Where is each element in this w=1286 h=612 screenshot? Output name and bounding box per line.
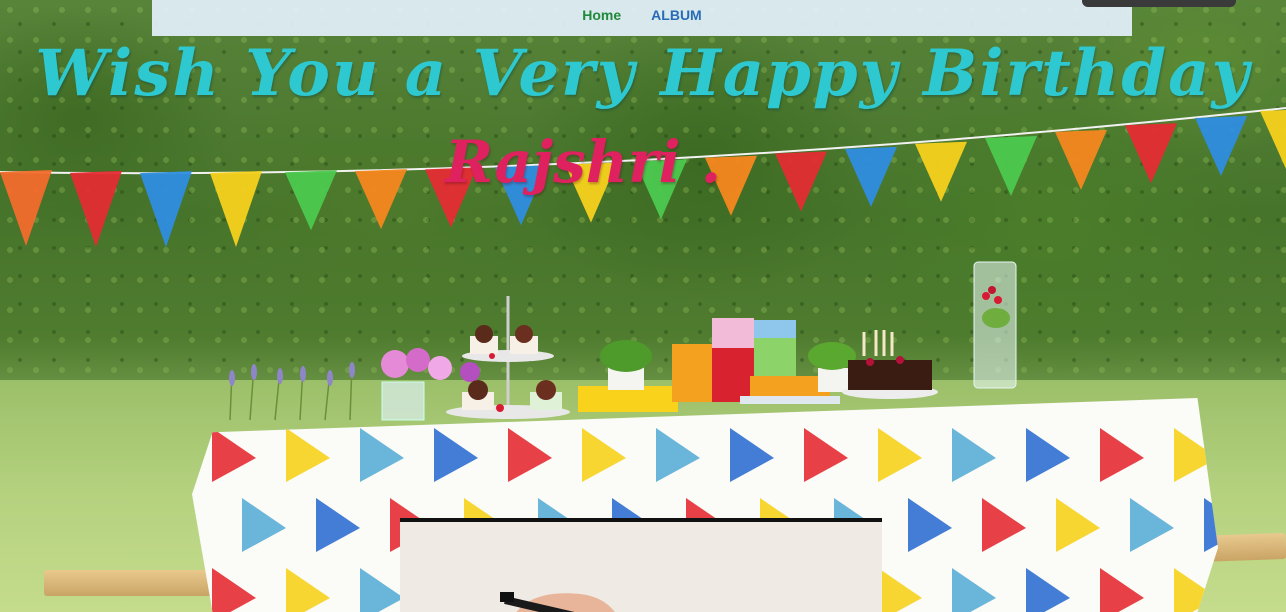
birthday-name-title: Rajshri . <box>445 128 721 196</box>
tablecloth-triangle <box>508 428 552 482</box>
tablecloth-triangle <box>1100 428 1144 482</box>
tablecloth-triangle <box>730 428 774 482</box>
tablecloth-triangle <box>286 568 330 612</box>
hand-with-marker <box>500 592 615 612</box>
tablecloth-triangle <box>582 428 626 482</box>
tablecloth-triangle <box>1100 568 1144 612</box>
tablecloth-triangle <box>360 428 404 482</box>
tablecloth-triangle <box>656 428 700 482</box>
tablecloth-triangle <box>1026 428 1070 482</box>
tablecloth-triangle <box>1056 498 1100 552</box>
tablecloth-triangle <box>434 428 478 482</box>
bench-left <box>44 570 214 596</box>
birthday-greeting-title: Wish You a Very Happy Birthday <box>35 36 1251 111</box>
menu-tab[interactable] <box>1082 0 1236 7</box>
nav-home-link[interactable]: Home <box>582 7 621 23</box>
tablecloth-triangle <box>804 428 848 482</box>
video-thumbnail[interactable] <box>400 518 882 612</box>
tablecloth-triangle <box>212 428 256 482</box>
tablecloth-triangle <box>286 428 330 482</box>
tablecloth-triangle <box>242 498 286 552</box>
tablecloth-triangle <box>878 428 922 482</box>
tablecloth-triangle <box>1130 498 1174 552</box>
nav-album-link[interactable]: ALBUM <box>651 7 702 23</box>
tablecloth-triangle <box>1026 568 1070 612</box>
top-navigation: Home ALBUM <box>152 0 1132 36</box>
tablecloth-triangle <box>878 568 922 612</box>
tablecloth-triangle <box>360 568 404 612</box>
tablecloth-triangle <box>952 428 996 482</box>
tablecloth-triangle <box>952 568 996 612</box>
tablecloth-triangle <box>316 498 360 552</box>
tablecloth-triangle <box>212 568 256 612</box>
tablecloth-triangle <box>982 498 1026 552</box>
tablecloth-triangle <box>908 498 952 552</box>
